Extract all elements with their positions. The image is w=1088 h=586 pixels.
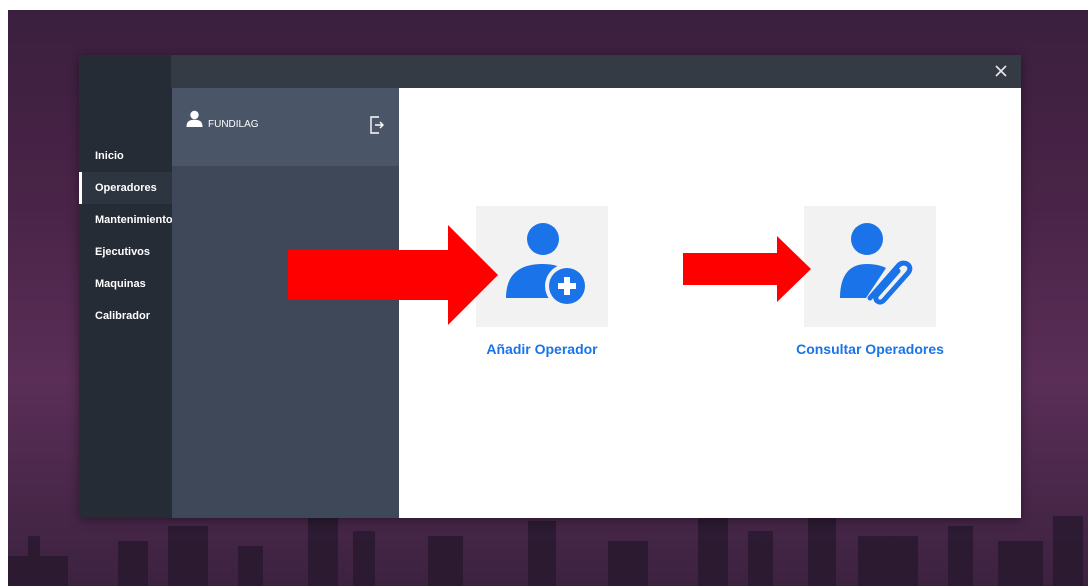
screenshot-border-left bbox=[0, 0, 8, 586]
app-window: Inicio Operadores Mantenimiento Ejecutiv… bbox=[79, 55, 1021, 518]
title-bar bbox=[171, 55, 1021, 88]
close-icon[interactable] bbox=[991, 61, 1011, 81]
nav-item-inicio[interactable]: Inicio bbox=[79, 140, 172, 172]
consult-operators-card[interactable] bbox=[804, 206, 936, 327]
logout-icon[interactable] bbox=[370, 116, 384, 134]
main-nav: Inicio Operadores Mantenimiento Ejecutiv… bbox=[79, 140, 173, 332]
user-name: FUNDILAG bbox=[208, 119, 259, 130]
nav-item-maquinas[interactable]: Maquinas bbox=[79, 268, 172, 300]
red-arrow-annotation bbox=[683, 236, 811, 302]
nav-item-operadores[interactable]: Operadores bbox=[79, 172, 172, 204]
nav-item-mantenimiento[interactable]: Mantenimiento bbox=[79, 204, 173, 236]
nav-item-calibrador[interactable]: Calibrador bbox=[79, 300, 172, 332]
red-arrow-annotation bbox=[288, 225, 498, 325]
user-box: FUNDILAG bbox=[172, 88, 399, 166]
screenshot-border-top bbox=[0, 0, 1088, 10]
add-operator-label[interactable]: Añadir Operador bbox=[432, 341, 652, 357]
nav-item-ejecutivos[interactable]: Ejecutivos bbox=[79, 236, 172, 268]
user-icon bbox=[186, 110, 203, 127]
consult-operators-label[interactable]: Consultar Operadores bbox=[760, 341, 980, 357]
user-attachment-icon bbox=[840, 223, 913, 305]
